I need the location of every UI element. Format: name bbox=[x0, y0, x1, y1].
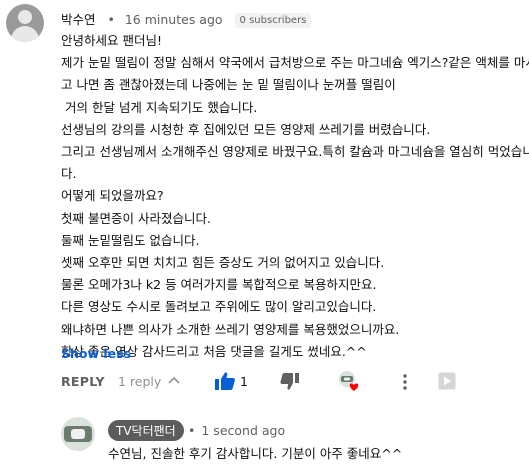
thumbs-down-icon[interactable] bbox=[280, 373, 300, 391]
reply-count[interactable]: 1 reply bbox=[118, 374, 161, 389]
comment-line: 거의 한달 넘게 지속되기도 했습니다. bbox=[61, 99, 258, 115]
comment-line: 다. bbox=[61, 166, 77, 182]
comment-line: 다른 영상도 수시로 돌려보고 주위에도 많이 알리고있습니다. bbox=[61, 299, 377, 315]
comment-body: 안녕하세요 팬더님! 제가 눈밑 떨림이 정말 심해서 약국에서 급처방으로 주… bbox=[61, 30, 529, 363]
comment-line: 왜냐하면 나쁜 의사가 소개한 쓰레기 영양제를 복용했었으니까요. bbox=[61, 321, 400, 337]
chevron-up-icon[interactable] bbox=[167, 374, 181, 388]
separator-dot: • bbox=[188, 423, 196, 438]
comment-line: 그리고 선생님께서 소개해주신 영양제로 바꿨구요.특히 칼슘과 마그네슘을 열… bbox=[61, 144, 529, 160]
comment-line: 셋째 오후만 되면 치치고 힘든 증상도 거의 없어지고 있습니다. bbox=[61, 255, 385, 271]
video-thumbnail-icon bbox=[438, 372, 456, 390]
comment-line: 고 나면 좀 괜찮아졌는데 나중에는 눈 밑 떨림이나 눈꺼플 떨림이 bbox=[61, 77, 396, 93]
comment-line: 안녕하세요 팬더님! bbox=[61, 33, 162, 48]
comment-line: 선생님의 강의를 시청한 후 집에있던 모든 영양제 쓰레기를 버렸습니다. bbox=[61, 121, 431, 137]
comment-line: 첫째 불면증이 사라졌습니다. bbox=[61, 210, 211, 226]
thumbs-up-icon[interactable] bbox=[214, 371, 236, 391]
commenter-avatar[interactable] bbox=[6, 4, 44, 42]
avatar-head-shape bbox=[18, 10, 32, 24]
heart-icon bbox=[349, 383, 359, 391]
reply-text: 수연님, 진솔한 후기 감사합니다. 기분이 아주 좋네요^^ bbox=[108, 446, 403, 461]
comment-line: 물론 오메가3나 k2 등 여러가지를 복합적으로 복용하지만요. bbox=[61, 277, 377, 293]
more-vert-icon[interactable] bbox=[401, 373, 409, 391]
avatar-shape bbox=[71, 429, 85, 439]
comment-line: 어떻게 되었을까요? bbox=[61, 188, 164, 204]
separator-dot: • bbox=[107, 12, 115, 27]
avatar-shoulders-shape bbox=[11, 26, 39, 42]
channel-avatar[interactable] bbox=[61, 417, 95, 451]
comment-time[interactable]: 16 minutes ago bbox=[125, 12, 223, 27]
comment-line: 제가 눈밑 떨림이 정말 심해서 약국에서 급처방으로 주는 마그네슘 엑기스?… bbox=[61, 55, 529, 71]
show-less-link[interactable]: Show less bbox=[61, 346, 131, 361]
comment-action-bar: REPLY 1 reply 1 bbox=[0, 370, 529, 394]
like-count: 1 bbox=[240, 374, 248, 389]
reply-time[interactable]: 1 second ago bbox=[201, 423, 285, 438]
channel-owner-badge[interactable]: TV닥터팬더 bbox=[108, 420, 184, 441]
creator-heart-badge bbox=[338, 370, 360, 392]
reply-thread-item: TV닥터팬더 • 1 second ago 수연님, 진솔한 후기 감사합니다. … bbox=[61, 414, 529, 464]
reply-meta: • 1 second ago bbox=[188, 423, 285, 438]
comment-header: 박수연 • 16 minutes ago 0 subscribers bbox=[61, 9, 312, 28]
creator-avatar-icon bbox=[339, 371, 359, 391]
comment-author[interactable]: 박수연 bbox=[61, 12, 96, 27]
subscriber-badge: 0 subscribers bbox=[234, 13, 312, 28]
comment-line: 둘째 눈밑떨림도 없습니다. bbox=[61, 232, 200, 248]
reply-button[interactable]: REPLY bbox=[61, 374, 105, 389]
